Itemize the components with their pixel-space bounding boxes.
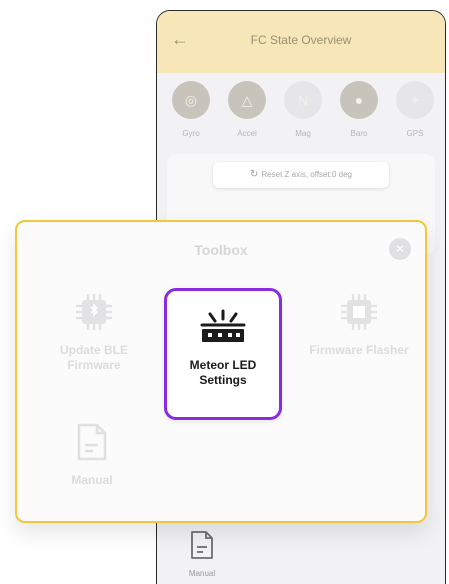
mag-icon: N	[284, 81, 322, 119]
reset-button-label: Reset Z axis, offset:0 deg	[261, 170, 352, 179]
refresh-icon: ↻	[250, 169, 259, 180]
meteor-led-settings-button[interactable]: Meteor LED Settings	[164, 288, 282, 420]
firmware-flasher-button[interactable]: Firmware Flasher	[299, 292, 419, 358]
document-icon	[77, 423, 107, 461]
reset-z-axis-button[interactable]: ↻ Reset Z axis, offset:0 deg	[213, 162, 389, 188]
thermometer-icon: ●	[340, 81, 378, 119]
tool-label: Firmware Flasher	[309, 343, 409, 357]
led-strip-icon	[200, 309, 246, 342]
tool-label-line: Firmware	[67, 358, 121, 372]
sensor-label: Mag	[295, 129, 311, 138]
page-title: FC State Overview	[250, 33, 352, 47]
sensor-label: Gyro	[182, 129, 200, 138]
close-icon[interactable]: ✕	[389, 238, 411, 260]
sensor-gyro: ◎ Gyro	[165, 81, 217, 138]
sensor-status-row: ◎ Gyro △ Accel N Mag ● Baro ✦ GPS	[161, 81, 441, 151]
sensor-label: Baro	[350, 129, 368, 138]
tool-label: Manual	[71, 473, 113, 487]
tool-label-line: Meteor LED	[189, 358, 257, 372]
chip-icon	[341, 294, 377, 330]
gyro-icon: ◎	[172, 81, 210, 119]
phone-manual-label: Manual	[188, 569, 216, 578]
tool-label-line: Settings	[199, 373, 247, 387]
tool-label: Update BLE Firmware	[39, 343, 149, 373]
app-header: ← FC State Overview	[157, 11, 445, 73]
document-icon	[191, 531, 213, 559]
sensor-mag: N Mag	[277, 81, 329, 138]
tool-label-line: Update BLE	[59, 343, 128, 357]
bluetooth-chip-icon	[76, 294, 112, 330]
satellite-icon: ✦	[396, 81, 434, 119]
phone-manual-item[interactable]: Manual	[182, 530, 222, 578]
sensor-baro: ● Baro	[333, 81, 385, 138]
accel-icon: △	[228, 81, 266, 119]
sensor-label: GPS	[406, 129, 424, 138]
update-ble-firmware-button[interactable]: Update BLE Firmware	[39, 292, 149, 373]
toolbox-title: Toolbox	[194, 242, 248, 258]
sensor-accel: △ Accel	[221, 81, 273, 138]
manual-button[interactable]: Manual	[47, 422, 137, 488]
sensor-label: Accel	[237, 129, 257, 138]
sensor-gps: ✦ GPS	[389, 81, 441, 138]
screen: ← FC State Overview ◎ Gyro △ Accel N Mag…	[0, 0, 449, 584]
tool-label: Meteor LED Settings	[167, 358, 279, 388]
toolbox-dialog: Toolbox ✕ Update BLE Firmware Meteor LED…	[15, 220, 427, 523]
